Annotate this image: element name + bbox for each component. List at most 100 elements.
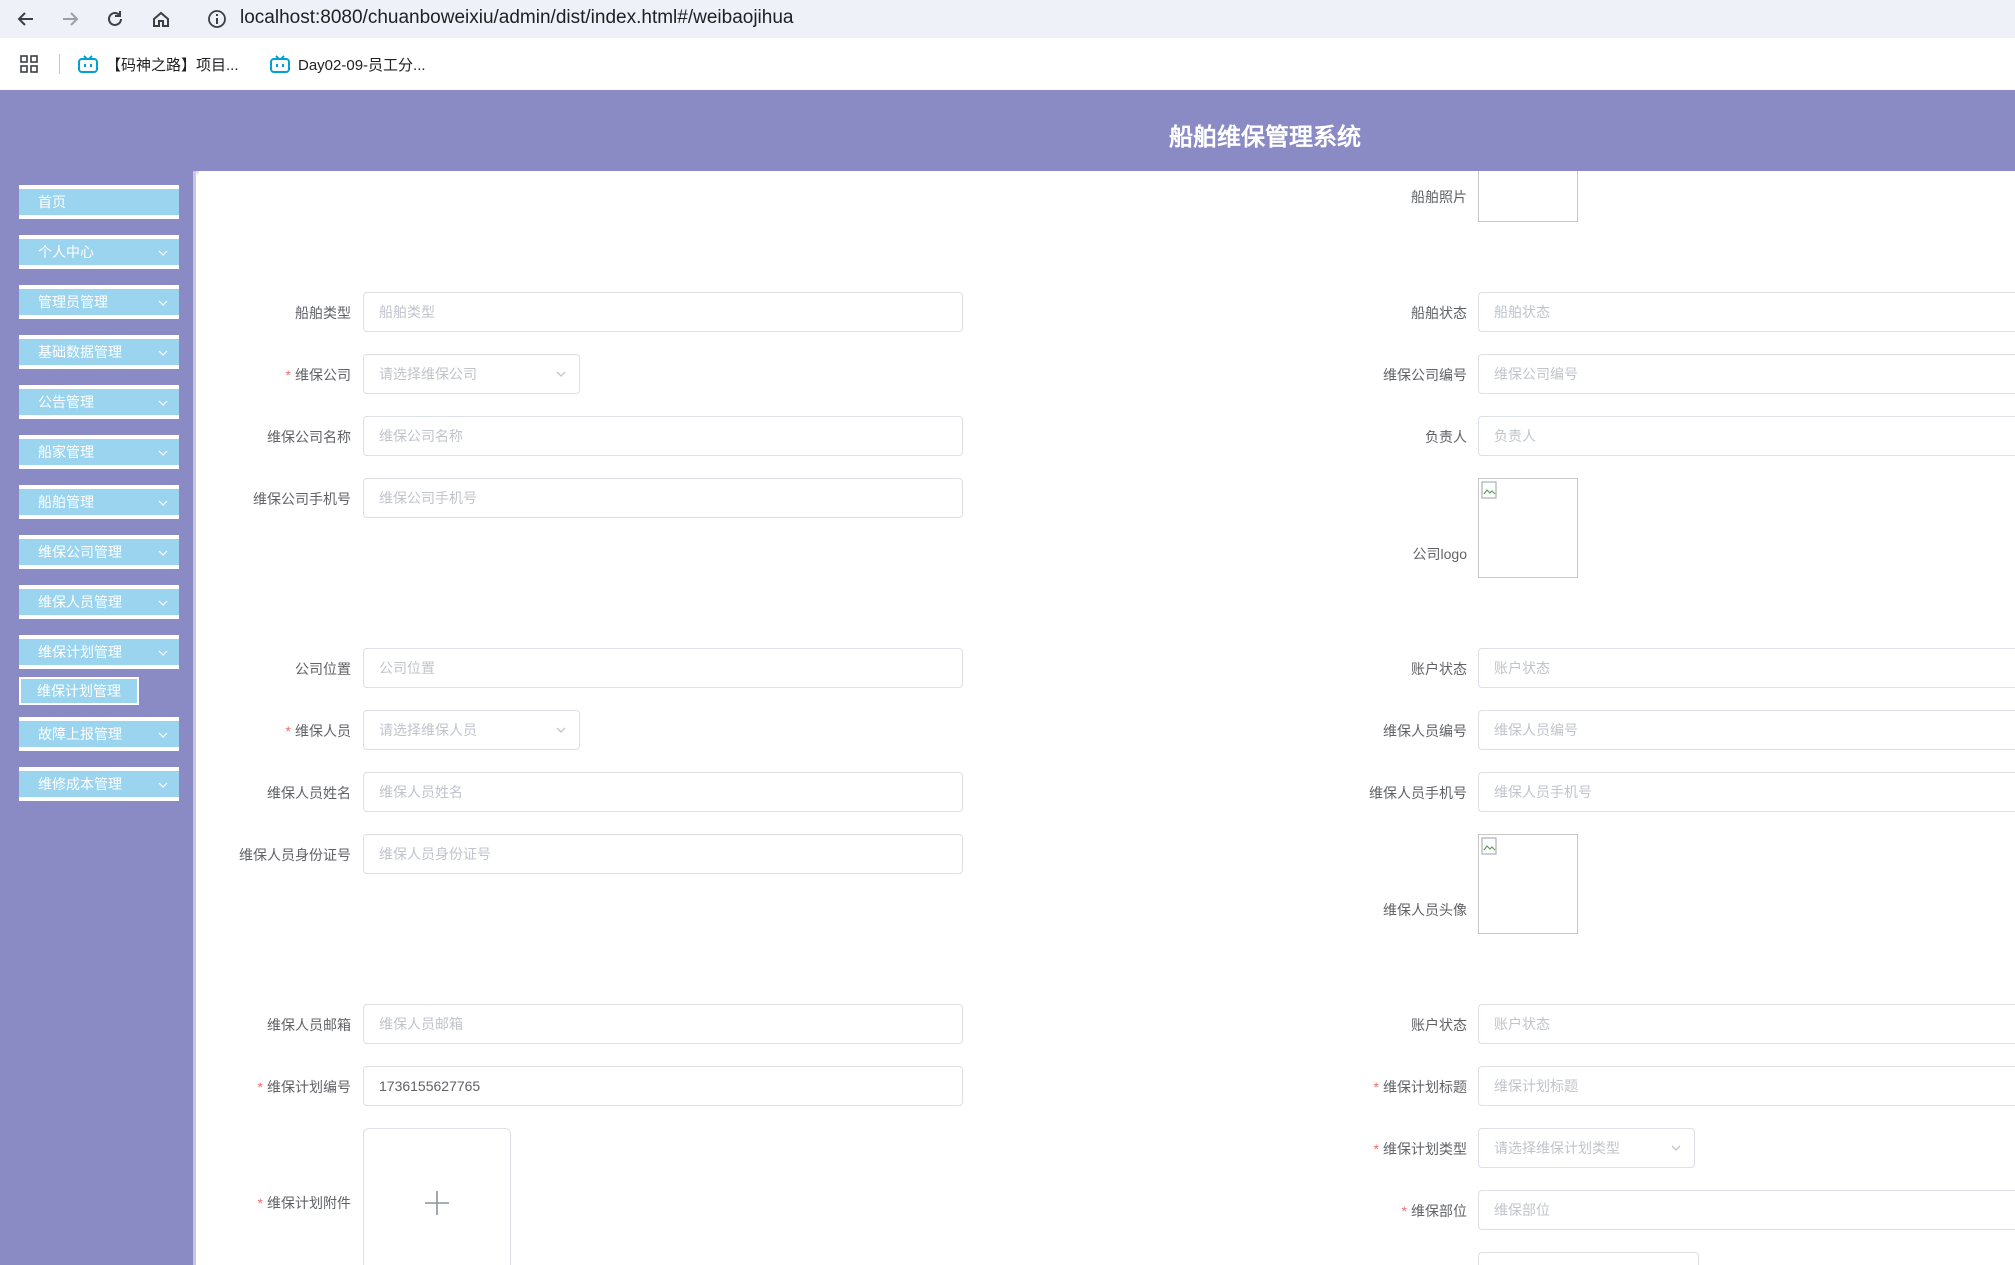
forward-icon[interactable]	[55, 4, 85, 34]
site-info-icon[interactable]	[207, 9, 227, 34]
staff-phone-label: 维保人员手机号	[1369, 785, 1467, 801]
app-title: 船舶维保管理系统	[1169, 124, 1361, 151]
sidebar-item-cost[interactable]: 维修成本管理	[19, 767, 179, 801]
browser-toolbar: localhost:8080/chuanboweixiu/admin/dist/…	[0, 0, 2015, 38]
sidebar-item-label: 维修成本管理	[38, 776, 122, 792]
company-phone-input[interactable]: 维保公司手机号	[363, 478, 963, 518]
company-select[interactable]: 请选择维保公司	[363, 354, 580, 394]
sidebar-item-staff[interactable]: 维保人员管理	[19, 585, 179, 619]
back-icon[interactable]	[11, 4, 41, 34]
reload-icon[interactable]	[100, 4, 130, 34]
manager-label: 负责人	[1425, 429, 1467, 445]
ship-status-input[interactable]: 船舶状态	[1478, 292, 2015, 332]
bookmark-label-2: Day02-09-员工分...	[298, 56, 426, 74]
account-status-input[interactable]: 账户状态	[1478, 648, 2015, 688]
broken-image-icon	[1481, 837, 1497, 855]
company-label: * 维保公司	[285, 367, 351, 383]
bilibili-icon	[78, 55, 98, 73]
staff-avatar-image	[1478, 834, 1578, 934]
plan-attachment-label: * 维保计划附件	[257, 1195, 351, 1211]
sidebar-item-label: 基础数据管理	[38, 344, 122, 360]
bookmark-divider	[59, 54, 60, 74]
home-icon[interactable]	[146, 4, 176, 34]
bookmarks-bar: 【码神之路】项目... Day02-09-员工分...	[0, 38, 2015, 90]
sidebar-item-label: 个人中心	[38, 244, 94, 260]
sidebar: 首页 个人中心 管理员管理 基础数据管理 公告管理 船家管理 船舶管理 维保公司…	[0, 171, 196, 1265]
sidebar-item-label: 船舶管理	[38, 494, 94, 510]
plan-no-label: * 维保计划编号	[257, 1079, 351, 1095]
ship-type-input[interactable]: 船舶类型	[363, 292, 963, 332]
sidebar-item-shipowner[interactable]: 船家管理	[19, 435, 179, 469]
sidebar-item-fault[interactable]: 故障上报管理	[19, 717, 179, 751]
chevron-down-icon	[158, 650, 168, 656]
staff-label: * 维保人员	[285, 723, 351, 739]
sidebar-subitem-label: 维保计划管理	[37, 683, 121, 699]
staff-email-input[interactable]: 维保人员邮箱	[363, 1004, 963, 1044]
chevron-down-icon	[556, 371, 566, 377]
plan-title-label: * 维保计划标题	[1373, 1079, 1467, 1095]
staff-no-input[interactable]: 维保人员编号	[1478, 710, 2015, 750]
account-status-label: 账户状态	[1411, 661, 1467, 677]
chevron-down-icon	[158, 600, 168, 606]
ship-photo-label: 船舶照片	[1411, 189, 1467, 205]
ship-photo	[1478, 171, 1578, 222]
company-location-input[interactable]: 公司位置	[363, 648, 963, 688]
broken-image-icon	[1481, 481, 1497, 499]
sidebar-item-notice[interactable]: 公告管理	[19, 385, 179, 419]
sidebar-subitem-plan[interactable]: 维保计划管理	[19, 677, 139, 705]
plan-part-label: * 维保部位	[1401, 1203, 1467, 1219]
staff-select[interactable]: 请选择维保人员	[363, 710, 580, 750]
company-name-input[interactable]: 维保公司名称	[363, 416, 963, 456]
plan-attachment-upload[interactable]	[363, 1128, 511, 1265]
sidebar-item-label: 公告管理	[38, 394, 94, 410]
company-no-input[interactable]: 维保公司编号	[1478, 354, 2015, 394]
chevron-down-icon	[158, 500, 168, 506]
sidebar-item-home[interactable]: 首页	[19, 185, 179, 219]
account-status-label-2: 账户状态	[1411, 1017, 1467, 1033]
chevron-down-icon	[158, 300, 168, 306]
ship-status-label: 船舶状态	[1411, 305, 1467, 321]
bookmark-item-2[interactable]: Day02-09-员工分...	[270, 52, 426, 76]
bilibili-icon	[270, 55, 290, 73]
sidebar-item-label: 船家管理	[38, 444, 94, 460]
plus-icon	[425, 1191, 449, 1215]
company-no-label: 维保公司编号	[1383, 367, 1467, 383]
manager-input[interactable]: 负责人	[1478, 416, 2015, 456]
plan-no-input[interactable]: 1736155627765	[363, 1066, 963, 1106]
sidebar-item-profile[interactable]: 个人中心	[19, 235, 179, 269]
apps-grid-icon[interactable]	[20, 52, 38, 76]
staff-id-input[interactable]: 维保人员身份证号	[363, 834, 963, 874]
sidebar-item-ship[interactable]: 船舶管理	[19, 485, 179, 519]
sidebar-item-label: 故障上报管理	[38, 726, 122, 742]
bookmark-label-1: 【码神之路】项目...	[106, 56, 239, 74]
sidebar-item-admin[interactable]: 管理员管理	[19, 285, 179, 319]
plan-type-select[interactable]: 请选择维保计划类型	[1478, 1128, 1695, 1168]
sidebar-item-label: 维保人员管理	[38, 594, 122, 610]
company-phone-label: 维保公司手机号	[253, 491, 351, 507]
chevron-down-icon	[158, 400, 168, 406]
plan-part-input[interactable]: 维保部位	[1478, 1190, 2015, 1230]
staff-avatar-label: 维保人员头像	[1383, 902, 1467, 918]
staff-email-label: 维保人员邮箱	[267, 1017, 351, 1033]
sidebar-item-plan[interactable]: 维保计划管理	[19, 635, 179, 669]
sidebar-item-label: 管理员管理	[38, 294, 108, 310]
chevron-down-icon	[158, 250, 168, 256]
bookmark-item-1[interactable]: 【码神之路】项目...	[78, 52, 239, 76]
chevron-down-icon	[1671, 1145, 1681, 1151]
url-text: localhost:8080/chuanboweixiu/admin/dist/…	[240, 7, 794, 28]
sidebar-item-basic-data[interactable]: 基础数据管理	[19, 335, 179, 369]
company-logo-label: 公司logo	[1412, 546, 1467, 562]
sidebar-item-company[interactable]: 维保公司管理	[19, 535, 179, 569]
staff-phone-input[interactable]: 维保人员手机号	[1478, 772, 2015, 812]
chevron-down-icon	[158, 782, 168, 788]
chevron-down-icon	[158, 350, 168, 356]
plan-title-input[interactable]: 维保计划标题	[1478, 1066, 2015, 1106]
staff-id-label: 维保人员身份证号	[239, 847, 351, 863]
chevron-down-icon	[556, 727, 566, 733]
staff-name-label: 维保人员姓名	[267, 785, 351, 801]
sidebar-item-label: 首页	[38, 194, 66, 210]
staff-name-input[interactable]: 维保人员姓名	[363, 772, 963, 812]
next-field-input[interactable]	[1478, 1252, 1699, 1265]
app-header: 船舶维保管理系统	[0, 90, 2015, 171]
account-status-input-2[interactable]: 账户状态	[1478, 1004, 2015, 1044]
